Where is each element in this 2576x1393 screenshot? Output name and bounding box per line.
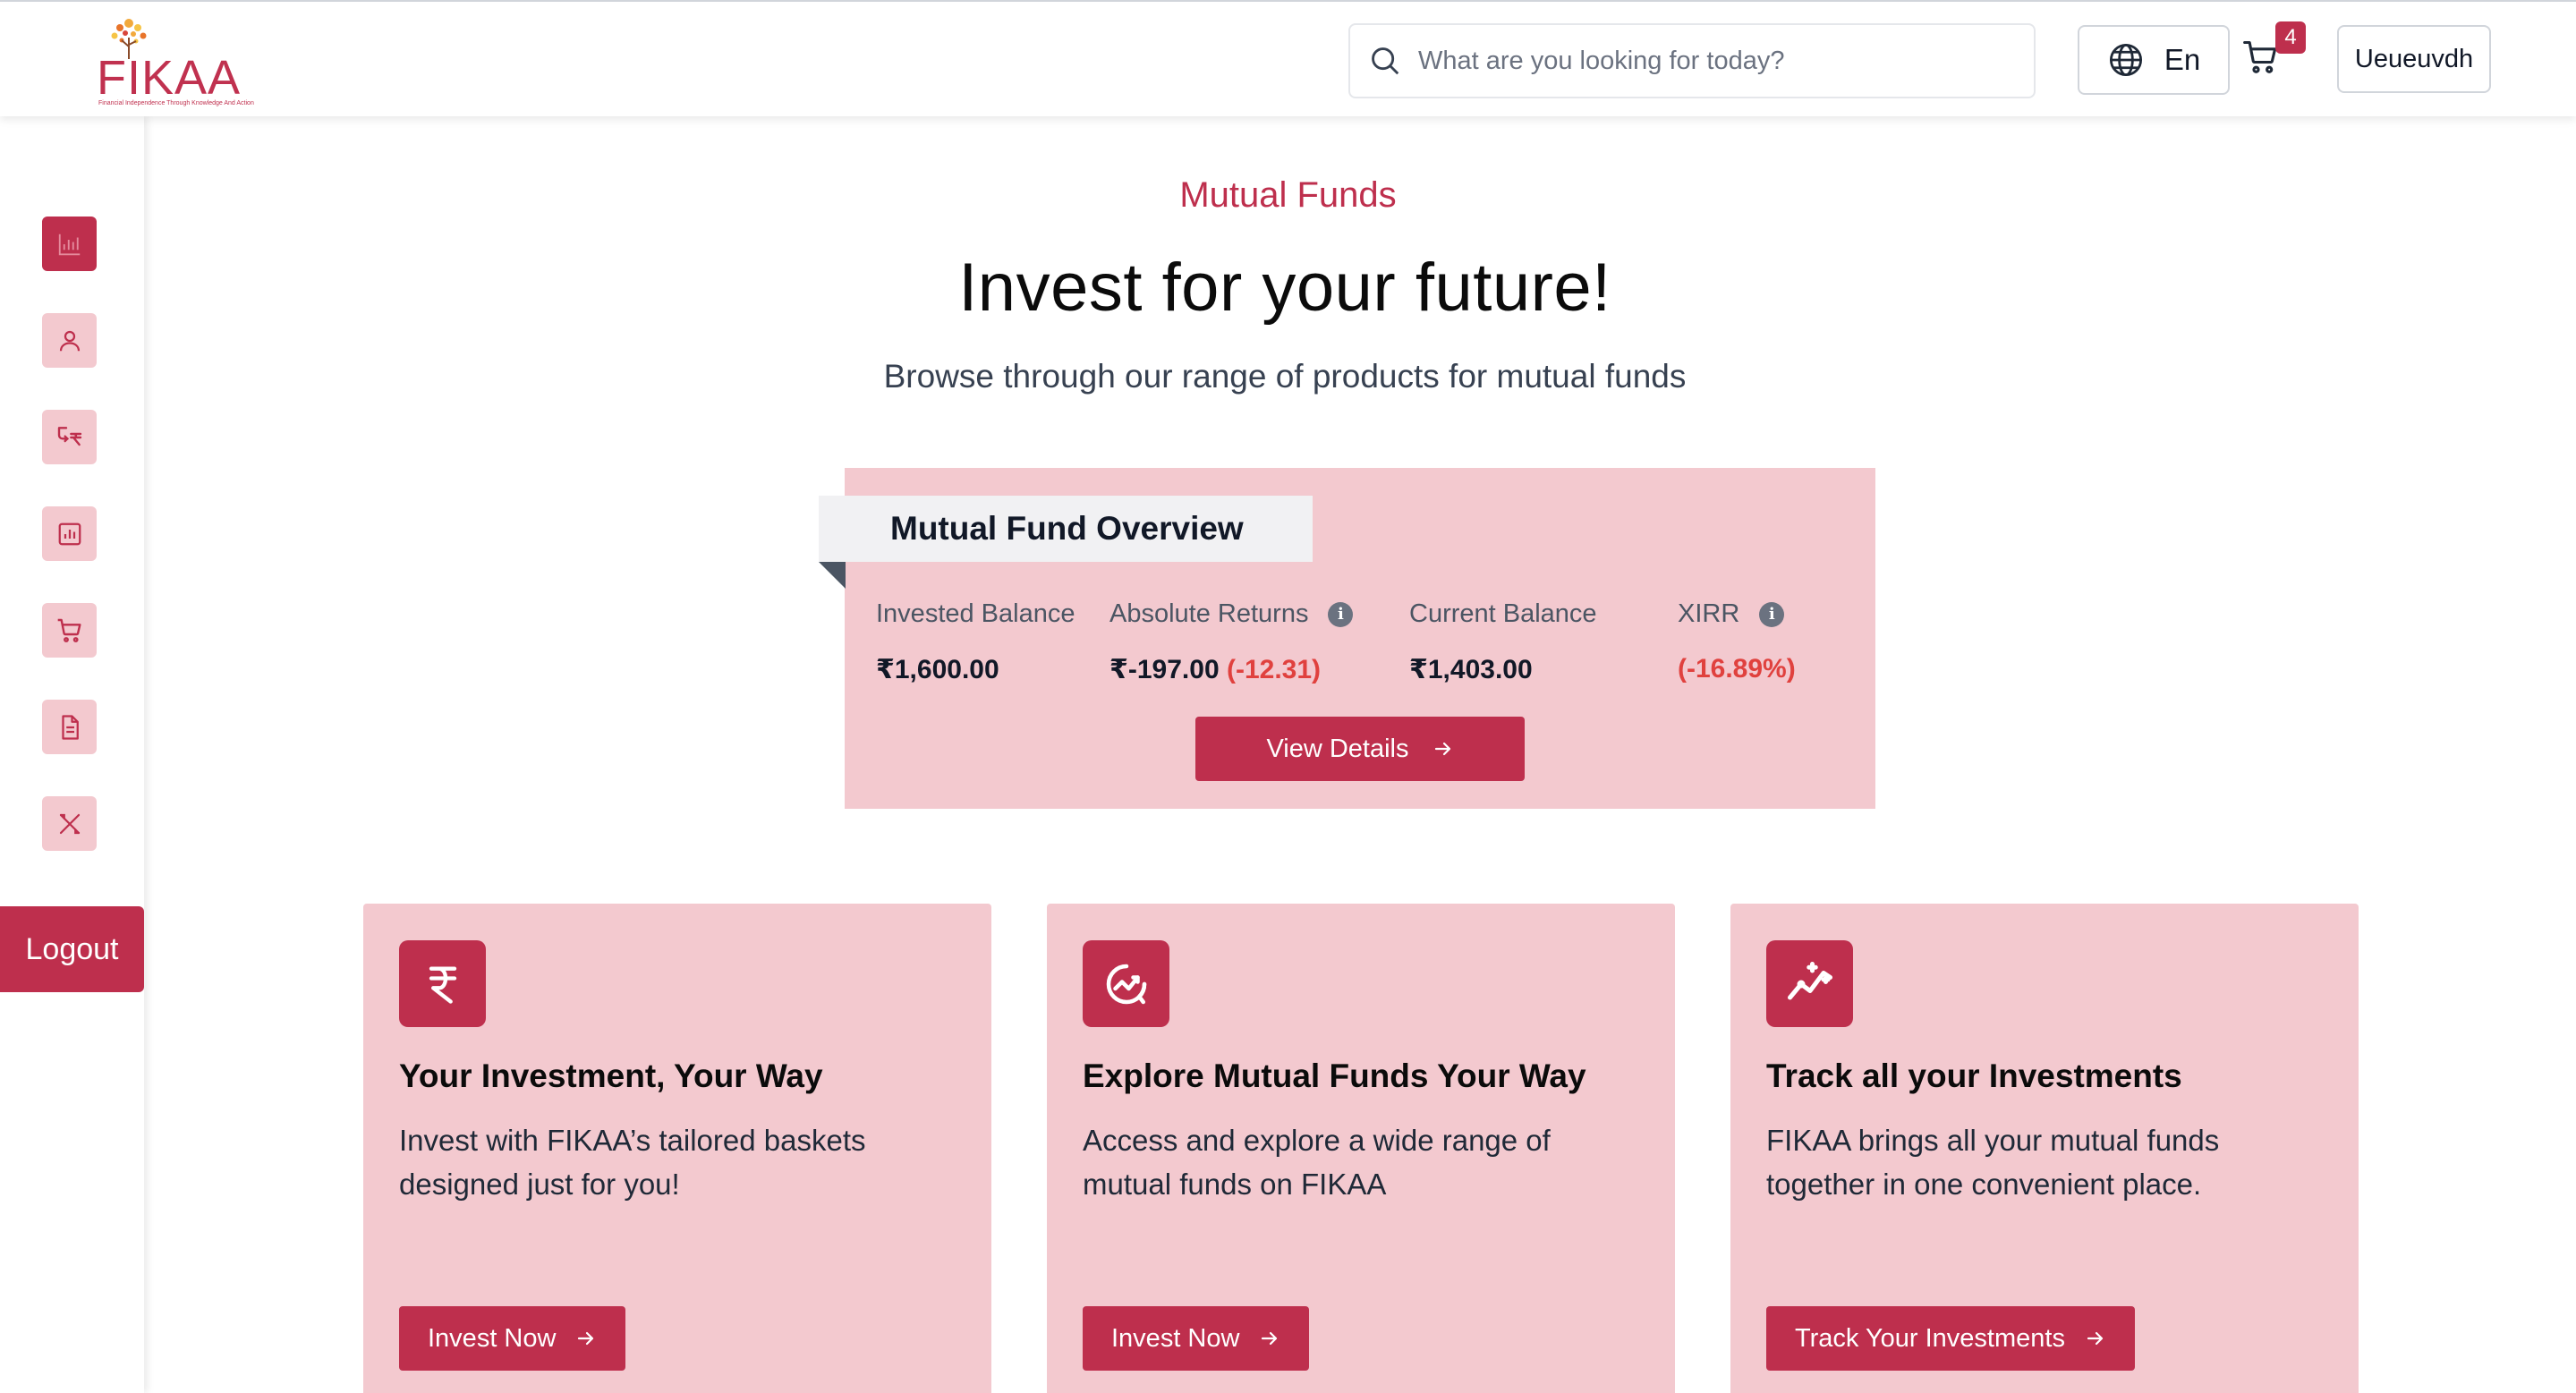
arrow-right-icon [578, 1331, 594, 1346]
sidebar-item-tools[interactable] [42, 796, 97, 851]
explore-growth-icon [1083, 940, 1169, 1027]
feature-title: Your Investment, Your Way [399, 1057, 823, 1094]
invest-now-button[interactable]: Invest Now [1083, 1306, 1310, 1371]
current-balance-stat: Current Balance ₹1,403.00 [1409, 599, 1597, 685]
xirr-value: (-16.89%) [1678, 654, 1796, 684]
dashboard-chart-icon [58, 234, 80, 255]
eyebrow-text: Mutual Funds [1179, 175, 1397, 215]
feature-card-explore: Explore Mutual Funds Your Way Access and… [1047, 904, 1675, 1393]
xirr-stat: XIRR i (-16.89%) [1678, 599, 1796, 684]
page-subtitle: Browse through our range of products for… [144, 358, 2576, 395]
page-eyebrow: Mutual Funds [0, 175, 2576, 216]
sidebar-item-documents[interactable] [42, 700, 97, 754]
current-balance-label: Current Balance [1409, 599, 1597, 628]
rupee-icon [399, 940, 486, 1027]
invested-balance-stat: Invested Balance ₹1,600.00 [876, 599, 1075, 685]
absolute-returns-label-row: Absolute Returns i [1109, 599, 1354, 629]
search-bar[interactable] [1348, 23, 2036, 98]
sidebar-item-transactions[interactable] [42, 410, 97, 464]
track-investments-label: Track Your Investments [1795, 1323, 2065, 1353]
sidebar-item-reports[interactable] [42, 506, 97, 561]
view-details-button[interactable]: View Details [1195, 717, 1525, 781]
feature-title: Explore Mutual Funds Your Way [1083, 1057, 1586, 1094]
info-icon[interactable]: i [1759, 601, 1785, 627]
search-input[interactable] [1418, 46, 1991, 76]
info-icon[interactable]: i [1328, 601, 1354, 627]
page-subtitle-text: Browse through our range of products for… [883, 358, 1687, 395]
sparkle-trend-icon [1766, 940, 1853, 1027]
absolute-returns-value: ₹-197.00 [1109, 655, 1220, 684]
xirr-label-row: XIRR i [1678, 599, 1796, 629]
logout-button[interactable]: Logout [0, 906, 144, 992]
fikaa-logo[interactable]: FIKAA Financial Independence Through Kno… [89, 14, 254, 106]
invest-now-label: Invest Now [1111, 1323, 1240, 1353]
feature-card-track: Track all your Investments FIKAA brings … [1730, 904, 2359, 1393]
top-header: FIKAA Financial Independence Through Kno… [0, 0, 2576, 116]
bar-chart-icon [58, 522, 81, 545]
invested-balance-label: Invested Balance [876, 599, 1075, 628]
absolute-returns-stat: Absolute Returns i ₹-197.00 (-12.31) [1109, 599, 1354, 685]
language-selector[interactable]: En [2078, 25, 2230, 95]
page-title: Invest for your future! [144, 249, 2576, 327]
sidebar-item-profile[interactable] [42, 313, 97, 368]
cart-icon [57, 618, 81, 642]
absolute-returns-label: Absolute Returns [1109, 599, 1309, 628]
view-details-label: View Details [1266, 734, 1409, 763]
track-investments-button[interactable]: Track Your Investments [1766, 1306, 2135, 1371]
invest-now-label: Invest Now [428, 1323, 557, 1353]
feature-title: Track all your Investments [1766, 1057, 2182, 1094]
xirr-label: XIRR [1678, 599, 1740, 628]
absolute-returns-percent: (-12.31) [1226, 655, 1322, 684]
user-icon [59, 330, 80, 351]
globe-icon [2109, 43, 2142, 77]
feature-card-investment: Your Investment, Your Way Invest with FI… [363, 904, 991, 1393]
sidebar-item-cart[interactable] [42, 603, 97, 658]
ribbon-fold-icon [819, 562, 846, 589]
invest-now-button[interactable]: Invest Now [399, 1306, 626, 1371]
arrow-right-icon [1434, 742, 1450, 756]
document-icon [61, 714, 79, 740]
user-menu-button[interactable]: Ueueuvdh [2337, 25, 2491, 93]
feature-description: Invest with FIKAA’s tailored baskets des… [399, 1124, 866, 1201]
search-icon [1372, 47, 1399, 75]
page-title-text: Invest for your future! [958, 250, 1611, 326]
language-label: En [2164, 43, 2201, 76]
absolute-returns-value-row: ₹-197.00 (-12.31) [1109, 654, 1353, 685]
invested-balance-value: ₹1,600.00 [876, 655, 999, 684]
logo-tagline: Financial Independence Through Knowledge… [98, 100, 254, 106]
current-balance-value: ₹1,403.00 [1409, 655, 1533, 684]
tools-icon [59, 813, 80, 834]
arrow-right-icon [2087, 1331, 2104, 1346]
arrow-right-icon [1262, 1331, 1278, 1346]
feature-description: Access and explore a wide range of mutua… [1083, 1124, 1551, 1201]
sidebar: Logout [0, 116, 144, 1393]
rupee-transfer-icon [57, 426, 81, 446]
sidebar-item-dashboard[interactable] [42, 217, 97, 271]
cart-count-badge: 4 [2275, 21, 2306, 54]
overview-title: Mutual Fund Overview [819, 496, 1313, 562]
logo-wordmark: FIKAA [97, 51, 242, 105]
feature-description: FIKAA brings all your mutual funds toget… [1766, 1124, 2220, 1201]
